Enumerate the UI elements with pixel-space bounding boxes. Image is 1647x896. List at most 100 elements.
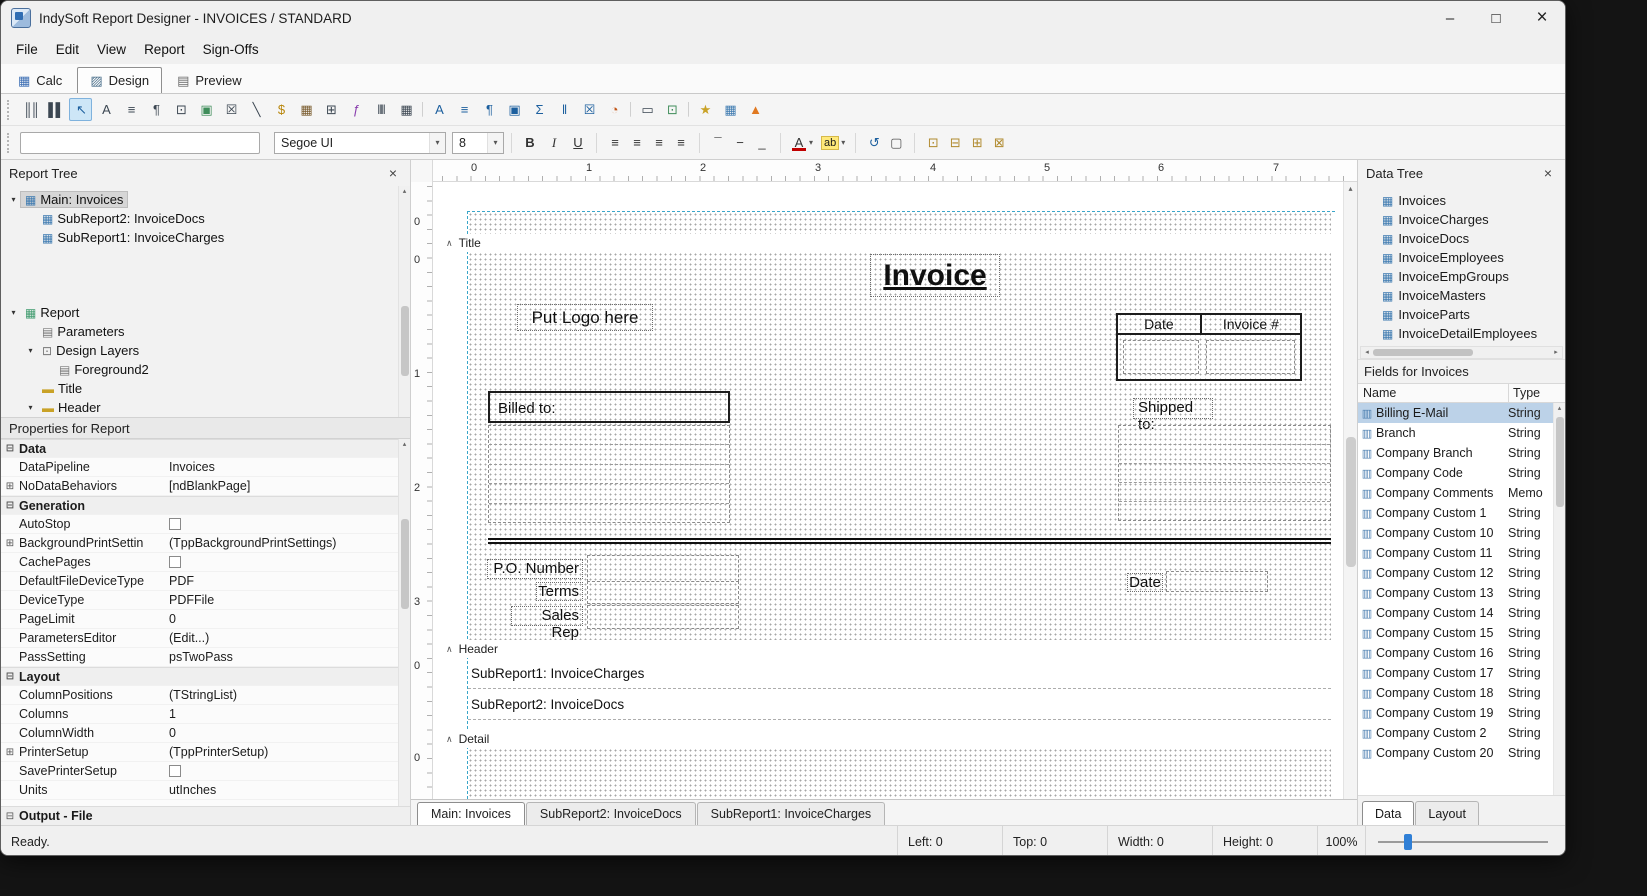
text-edit-input[interactable] xyxy=(20,132,260,154)
report-page-tab[interactable]: Main: Invoices xyxy=(417,802,525,825)
billed-to-label[interactable]: Billed to: xyxy=(488,391,730,423)
band-options-icon[interactable]: ▌▌ xyxy=(44,98,67,121)
menu-item[interactable]: Edit xyxy=(47,38,88,61)
property-row[interactable]: ⊟ ⊞ SavePrinterSetup xyxy=(1,762,410,781)
scroll-up-icon[interactable]: ▴ xyxy=(1344,182,1357,196)
property-value[interactable]: Invoices xyxy=(169,460,215,474)
field-row[interactable]: ▥ Company Custom 20 String xyxy=(1358,743,1565,763)
label-tool-icon[interactable]: A xyxy=(94,98,117,121)
report-tree-node[interactable]: ▦ SubReport2: InvoiceDocs xyxy=(1,209,410,228)
field-row[interactable]: ▥ Company Custom 10 String xyxy=(1358,523,1565,543)
report-object-node[interactable]: ▾ ▬ Header xyxy=(1,398,410,417)
checkbox-tool-icon[interactable]: ☒ xyxy=(219,98,242,121)
tables-horizontal-scrollbar[interactable]: ◂ ▸ xyxy=(1360,346,1563,359)
property-value[interactable]: [ndBlankPage] xyxy=(169,479,250,493)
report-object-node[interactable]: ▾ ⊡ Design Layers xyxy=(1,341,410,360)
date-field-placeholder[interactable] xyxy=(1123,340,1199,374)
property-value[interactable]: (Edit...) xyxy=(169,631,209,645)
bring-to-front-icon[interactable]: ⊡ xyxy=(922,132,944,154)
scroll-left-icon[interactable]: ◂ xyxy=(1361,347,1373,358)
valign-top-icon[interactable]: ¯ xyxy=(707,132,729,154)
chart-wizard-icon[interactable]: ▲ xyxy=(743,98,766,121)
billed-to-address-box[interactable] xyxy=(488,425,730,523)
report-object-node[interactable]: ▬ Title xyxy=(1,379,410,398)
align-center-icon[interactable]: ≡ xyxy=(626,132,648,154)
invoice-number-column-header[interactable]: Invoice # xyxy=(1202,315,1300,333)
menu-item[interactable]: View xyxy=(88,38,135,61)
tab-calc[interactable]: ▦ Calc xyxy=(5,67,75,93)
field-row[interactable]: ▥ Company Custom 16 String xyxy=(1358,643,1565,663)
property-row[interactable]: ⊟ ⊞ Data xyxy=(1,439,410,458)
valign-center-icon[interactable]: − xyxy=(729,132,751,154)
valign-bottom-icon[interactable]: _ xyxy=(751,132,773,154)
panel-tab[interactable]: Layout xyxy=(1415,801,1479,825)
memo-tool-icon[interactable]: ≡ xyxy=(119,98,142,121)
select-tool-icon[interactable]: ↖ xyxy=(69,98,92,121)
data-table-node[interactable]: ▦ InvoiceParts xyxy=(1358,305,1565,324)
tab-preview[interactable]: ▤ Preview xyxy=(164,67,255,93)
fields-scrollbar[interactable]: ▴ xyxy=(1553,403,1565,795)
bold-button[interactable]: B xyxy=(519,132,541,154)
name-column-header[interactable]: Name xyxy=(1358,384,1508,402)
field-row[interactable]: ▥ Company Custom 19 String xyxy=(1358,703,1565,723)
align-left-icon[interactable]: ≡ xyxy=(604,132,626,154)
property-value[interactable]: (TppBackgroundPrintSettings) xyxy=(169,536,336,550)
italic-button[interactable]: I xyxy=(543,132,565,154)
shipped-to-label[interactable]: Shipped to: xyxy=(1133,398,1213,419)
crosstab-tool-icon[interactable]: ⊞ xyxy=(319,98,342,121)
scrollbar-thumb[interactable] xyxy=(401,306,409,376)
field-row[interactable]: ▥ Billing E-Mail String xyxy=(1358,403,1565,423)
chevron-down-icon[interactable]: ▾ xyxy=(841,138,845,147)
invoice-number-field-placeholder[interactable] xyxy=(1206,340,1295,374)
subreport-tool-icon[interactable]: ⊡ xyxy=(660,98,683,121)
property-row[interactable]: ⊟ ⊞ PrinterSetup (TppPrinterSetup) xyxy=(1,743,410,762)
highlight-color-button[interactable]: ab ▾ xyxy=(818,132,848,154)
property-value[interactable]: (TppPrinterSetup) xyxy=(169,745,268,759)
data-table-node[interactable]: ▦ InvoiceMasters xyxy=(1358,286,1565,305)
subreport1-element[interactable]: SubReport1: InvoiceCharges xyxy=(468,658,1331,689)
dbcheckbox-tool-icon[interactable]: ☒ xyxy=(577,98,600,121)
checkbox[interactable] xyxy=(169,556,181,568)
close-button[interactable]: × xyxy=(1519,1,1565,35)
band-header[interactable]: ∧ Header xyxy=(433,640,1343,658)
properties-scrollbar[interactable]: ▴ xyxy=(398,439,410,806)
property-row[interactable]: ⊟ ⊞ ColumnPositions (TStringList) xyxy=(1,686,410,705)
field-row[interactable]: ▥ Company Custom 12 String xyxy=(1358,563,1565,583)
property-row[interactable]: ⊟ ⊞ NoDataBehaviors [ndBlankPage] xyxy=(1,477,410,496)
send-backward-icon[interactable]: ⊠ xyxy=(988,132,1010,154)
expand-icon[interactable]: ⊞ xyxy=(6,538,14,549)
report-page-tab[interactable]: SubReport1: InvoiceCharges xyxy=(697,802,886,825)
scroll-up-icon[interactable]: ▴ xyxy=(1554,403,1565,415)
property-value[interactable]: psTwoPass xyxy=(169,650,233,664)
data-table-node[interactable]: ▦ InvoiceEmpGroups xyxy=(1358,267,1565,286)
property-row[interactable]: ⊟ ⊞ CachePages xyxy=(1,553,410,572)
scrollbar-thumb[interactable] xyxy=(401,519,409,609)
property-value[interactable]: PDF xyxy=(169,574,194,588)
property-value[interactable]: 1 xyxy=(169,707,176,721)
header-band-region[interactable]: SubReport1: InvoiceCharges SubReport2: I… xyxy=(468,658,1331,730)
property-row[interactable]: ⊟ ⊞ BackgroundPrintSettin (TppBackground… xyxy=(1,534,410,553)
band-collapse-icon[interactable]: ∧ xyxy=(446,644,453,655)
scroll-right-icon[interactable]: ▸ xyxy=(1550,347,1562,358)
dbtext-tool-icon[interactable]: A xyxy=(427,98,450,121)
report-object-node[interactable]: ▤ Parameters xyxy=(1,322,410,341)
field-row[interactable]: ▥ Company Custom 13 String xyxy=(1358,583,1565,603)
subreport2-element[interactable]: SubReport2: InvoiceDocs xyxy=(468,689,1331,720)
data-table-node[interactable]: ▦ InvoiceCharges xyxy=(1358,210,1565,229)
collapse-icon[interactable]: ⊟ xyxy=(6,811,14,822)
collapse-icon[interactable]: ⊟ xyxy=(6,443,14,454)
currency-tool-icon[interactable]: $ xyxy=(269,98,292,121)
zoom-slider-thumb[interactable] xyxy=(1404,834,1412,850)
field-row[interactable]: ▥ Company Custom 2 String xyxy=(1358,723,1565,743)
property-row[interactable]: ⊟ ⊞ Units utInches xyxy=(1,781,410,800)
chevron-down-icon[interactable]: ▾ xyxy=(809,138,813,147)
property-row[interactable]: ⊟ ⊞ PageLimit 0 xyxy=(1,610,410,629)
property-row[interactable]: ⊟ ⊞ DefaultFileDeviceType PDF xyxy=(1,572,410,591)
chevron-down-icon[interactable]: ▾ xyxy=(429,133,445,153)
wizard-tool-icon[interactable]: ★ xyxy=(693,98,716,121)
region-tool-icon[interactable]: ▭ xyxy=(635,98,658,121)
align-right-icon[interactable]: ≡ xyxy=(648,132,670,154)
property-value[interactable]: 0 xyxy=(169,612,176,626)
date-label[interactable]: Date xyxy=(1127,573,1163,592)
calendar-tool-icon[interactable]: ▦ xyxy=(294,98,317,121)
